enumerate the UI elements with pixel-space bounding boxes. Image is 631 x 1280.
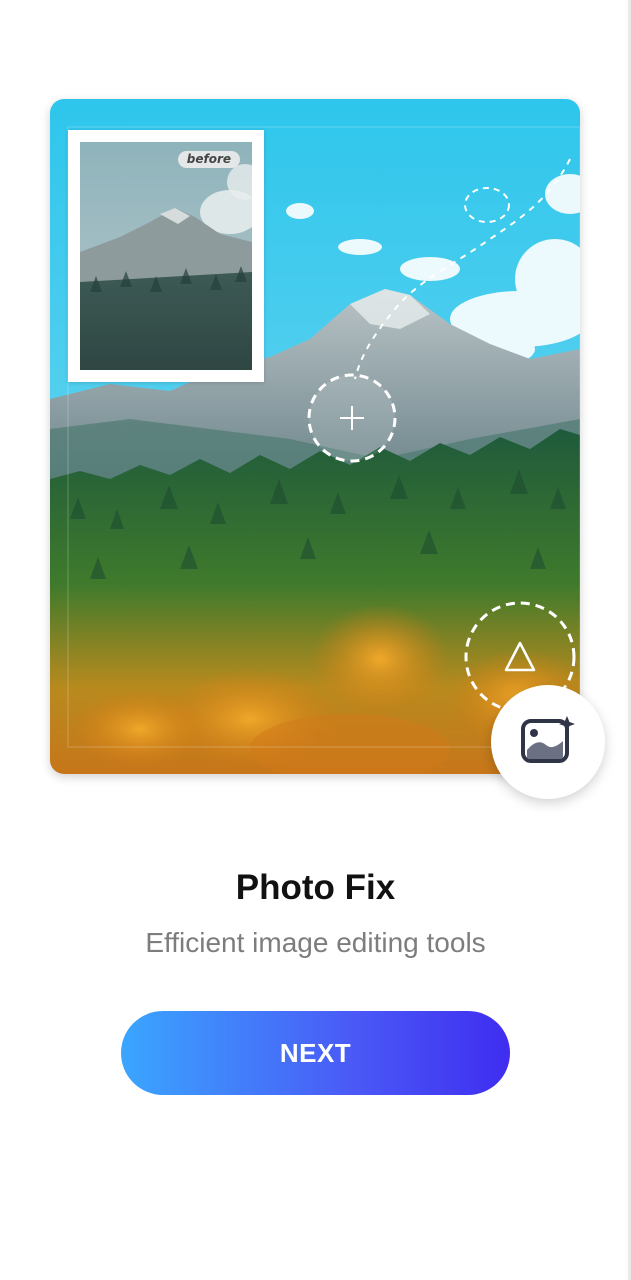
page-subtitle: Efficient image editing tools	[145, 927, 486, 958]
page-title: Photo Fix	[235, 868, 396, 907]
before-preview-card: before	[68, 130, 264, 382]
image-enhance-badge	[491, 685, 605, 799]
before-thumbnail: before	[80, 142, 252, 370]
next-button[interactable]: NEXT	[121, 1011, 510, 1095]
onboarding-screen: before Photo Fix Efficient image editing…	[0, 0, 631, 1280]
plus-icon	[307, 373, 397, 463]
image-enhance-icon	[520, 714, 576, 771]
before-label: before	[177, 151, 240, 168]
